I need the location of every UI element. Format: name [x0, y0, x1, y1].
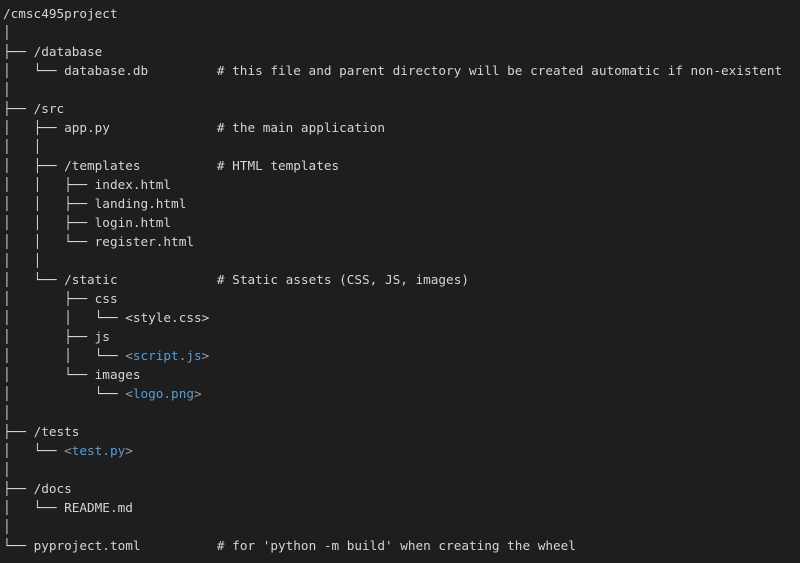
code-line: /cmsc495project: [3, 4, 782, 23]
path-name: login.html: [94, 215, 172, 230]
tree-branch: │ │ ├──: [3, 196, 95, 211]
tree-branch: ├──: [3, 481, 34, 496]
code-line: │ └── database.db # this file and parent…: [3, 61, 782, 80]
code-line: │ ├── css: [3, 289, 782, 308]
code-line: │ └── <logo.png>: [3, 384, 782, 403]
tree-branch: ├──: [3, 44, 34, 59]
tree-branch: └──: [3, 538, 34, 553]
spacing: [148, 63, 217, 78]
path-name: /docs: [33, 481, 72, 496]
code-comment: # HTML templates: [216, 158, 340, 173]
file-link: logo.png: [132, 386, 194, 401]
tree-branch: │ │ ├──: [3, 215, 95, 230]
code-line: │ │: [3, 251, 782, 270]
tree-branch: │ ├──: [3, 158, 65, 173]
code-comment: # this file and parent directory will be…: [216, 63, 783, 78]
code-line: │ │: [3, 137, 782, 156]
path-name: /database: [33, 44, 103, 59]
code-line: │ │ └── register.html: [3, 232, 782, 251]
code-line: │ │ └── <style.css>: [3, 308, 782, 327]
tree-branch: │ │: [3, 139, 42, 154]
bracket: >: [201, 348, 210, 363]
tree-branch: │ └──: [3, 367, 95, 382]
spacing: [110, 120, 217, 135]
path-name: images: [94, 367, 141, 382]
spacing: [118, 272, 217, 287]
code-line: │ └── <test.py>: [3, 441, 782, 460]
path-name: /templates: [64, 158, 141, 173]
code-line: │ │ ├── login.html: [3, 213, 782, 232]
code-line: │ │ ├── landing.html: [3, 194, 782, 213]
code-comment: # for 'python -m build' when creating th…: [216, 538, 576, 553]
code-view: /cmsc495project │ ├── /database │ └── datab…: [0, 0, 800, 563]
bracket: <: [125, 386, 133, 401]
bracket: >: [125, 443, 133, 458]
code-comment: # Static assets (CSS, JS, images): [216, 272, 469, 287]
tree-branch: │ └──: [3, 63, 65, 78]
bracket: <: [64, 443, 72, 458]
code-line: │ ├── js: [3, 327, 782, 346]
bracket: >: [193, 386, 202, 401]
path-name: css: [94, 291, 118, 306]
path-name: /cmsc495project: [3, 6, 118, 21]
path-name: database.db: [64, 63, 149, 78]
tree-branch: │ │ ├──: [3, 177, 95, 192]
path-name: index.html: [94, 177, 172, 192]
code-line: │: [3, 403, 782, 422]
code-line: │ ├── /templates # HTML templates: [3, 156, 782, 175]
code-line: │: [3, 23, 782, 42]
tree-branch: │ │ └──: [3, 310, 126, 325]
code-line: ├── /database: [3, 42, 782, 61]
tree-branch: │ │ └──: [3, 234, 95, 249]
code-line: │: [3, 460, 782, 479]
bracket: <: [125, 348, 133, 363]
directory-tree: /cmsc495project │ ├── /database │ └── datab…: [3, 4, 782, 555]
tree-branch: │: [3, 519, 11, 534]
tree-branch: │ └──: [3, 386, 126, 401]
tree-branch: │ ├──: [3, 291, 95, 306]
path-name: /tests: [33, 424, 80, 439]
tree-branch: ├──: [3, 424, 34, 439]
code-line: │ └── images: [3, 365, 782, 384]
path-name: register.html: [94, 234, 194, 249]
spacing: [141, 158, 217, 173]
file-link: test.py: [71, 443, 126, 458]
code-line: └── pyproject.toml # for 'python -m buil…: [3, 536, 782, 555]
code-line: │ ├── app.py # the main application: [3, 118, 782, 137]
code-line: │ │ ├── index.html: [3, 175, 782, 194]
tree-branch: │: [3, 462, 11, 477]
code-line: ├── /tests: [3, 422, 782, 441]
code-line: │ └── README.md: [3, 498, 782, 517]
spacing: [141, 538, 217, 553]
tree-branch: │ │: [3, 253, 42, 268]
file-placeholder: <style.css>: [125, 310, 210, 325]
path-name: js: [94, 329, 110, 344]
tree-branch: ├──: [3, 101, 34, 116]
code-line: │: [3, 517, 782, 536]
code-line: ├── /docs: [3, 479, 782, 498]
tree-branch: │: [3, 405, 11, 420]
code-line: │: [3, 80, 782, 99]
tree-branch: │: [3, 82, 11, 97]
path-name: pyproject.toml: [33, 538, 141, 553]
code-line: │ │ └── <script.js>: [3, 346, 782, 365]
file-link: script: [132, 348, 179, 363]
tree-branch: │ └──: [3, 500, 65, 515]
path-name: /src: [33, 101, 65, 116]
tree-branch: │ │ └──: [3, 348, 126, 363]
path-name: app.py: [64, 120, 110, 135]
file-link: js: [186, 348, 202, 363]
path-name: README.md: [64, 500, 133, 515]
tree-branch: │ └──: [3, 272, 65, 287]
tree-branch: │: [3, 25, 11, 40]
tree-branch: │ ├──: [3, 329, 95, 344]
path-name: landing.html: [94, 196, 187, 211]
tree-branch: │ └──: [3, 443, 65, 458]
code-line: │ └── /static # Static assets (CSS, JS, …: [3, 270, 782, 289]
path-name: /static: [64, 272, 118, 287]
tree-branch: │ ├──: [3, 120, 65, 135]
code-comment: # the main application: [216, 120, 385, 135]
code-line: ├── /src: [3, 99, 782, 118]
